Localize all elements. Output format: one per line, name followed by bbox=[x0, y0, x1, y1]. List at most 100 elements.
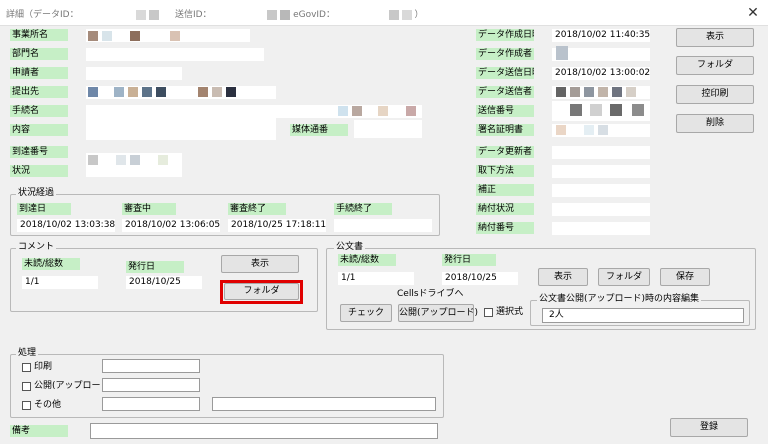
title-send-id-label: 送信ID： bbox=[174, 10, 212, 20]
value-comment-issue-date: 2018/10/25 bbox=[126, 276, 202, 289]
comment-folder-button[interactable]: フォルダ bbox=[224, 283, 299, 300]
select-mode-checkbox[interactable] bbox=[484, 308, 493, 317]
redacted-block bbox=[88, 155, 98, 165]
publish-edit-input[interactable]: 2人 bbox=[542, 308, 744, 323]
label-content: 内容 bbox=[10, 124, 68, 136]
redacted-block bbox=[158, 155, 168, 165]
value-review-finished: 2018/10/25 17:18:11 bbox=[228, 219, 326, 232]
title-data-id-label: 詳細（データID： bbox=[6, 10, 79, 20]
other-checkbox[interactable] bbox=[22, 401, 31, 410]
label-payment-number: 納付番号 bbox=[476, 222, 534, 234]
redacted-block bbox=[590, 104, 602, 116]
label-comment-issue-date: 発行日 bbox=[126, 261, 184, 273]
publish-edit-title: 公文書公開(アップロード)時の内容編集 bbox=[537, 294, 702, 305]
blurred-id-3 bbox=[267, 9, 278, 20]
print-label: 印刷 bbox=[34, 362, 53, 372]
check-button[interactable]: チェック bbox=[340, 304, 392, 322]
redacted-block bbox=[556, 87, 566, 97]
redacted-block bbox=[88, 87, 98, 97]
redacted-block bbox=[156, 87, 166, 97]
label-arrival-date: 到達日 bbox=[17, 203, 71, 215]
title-egov-id-label: eGovID： bbox=[293, 10, 335, 20]
print-checkbox[interactable] bbox=[22, 363, 31, 372]
official-save-button[interactable]: 保存 bbox=[660, 268, 710, 286]
label-data-updater: データ更新者 bbox=[476, 146, 534, 158]
delete-button[interactable]: 削除 bbox=[676, 114, 754, 133]
value-procedure bbox=[86, 105, 422, 118]
redacted-block bbox=[598, 125, 608, 135]
comment-title: コメント bbox=[16, 242, 57, 253]
value-data-created-at: 2018/10/02 11:40:35 bbox=[552, 29, 650, 42]
other-label: その他 bbox=[34, 400, 62, 410]
value-withdraw-method bbox=[552, 165, 650, 178]
redacted-block bbox=[632, 104, 644, 116]
label-official-issue-date: 発行日 bbox=[442, 254, 496, 266]
select-mode-label: 選択式 bbox=[496, 307, 524, 317]
redacted-block bbox=[212, 87, 222, 97]
window-title: 詳細（データID： 送信ID： eGovID： ） bbox=[6, 7, 424, 20]
display-button[interactable]: 表示 bbox=[676, 28, 754, 47]
value-under-review: 2018/10/02 13:06:05 bbox=[122, 219, 220, 232]
label-comment-unread: 未読/総数 bbox=[22, 258, 80, 270]
label-data-sent-at: データ送信日時 bbox=[476, 67, 534, 79]
label-send-number: 送信番号 bbox=[476, 105, 534, 117]
value-comment-unread: 1/1 bbox=[22, 276, 98, 289]
label-signature-cert: 署名証明書 bbox=[476, 124, 534, 136]
value-payment-status bbox=[552, 203, 650, 216]
other-input[interactable] bbox=[102, 397, 200, 411]
label-data-sender: データ送信者 bbox=[476, 86, 534, 98]
redacted-block bbox=[610, 104, 622, 116]
value-content bbox=[86, 118, 276, 140]
value-data-updater bbox=[552, 146, 650, 159]
redacted-block bbox=[130, 155, 140, 165]
redacted-block bbox=[570, 87, 580, 97]
status-progress-title: 状況経過 bbox=[16, 188, 57, 199]
label-correction: 補正 bbox=[476, 184, 534, 196]
label-media-serial: 媒体通番 bbox=[290, 124, 348, 136]
redacted-block bbox=[88, 31, 98, 41]
redacted-block bbox=[142, 87, 152, 97]
redacted-block bbox=[584, 87, 594, 97]
label-data-created-at: データ作成日時 bbox=[476, 29, 534, 41]
publish-checkbox[interactable] bbox=[22, 382, 31, 391]
label-submit-to: 提出先 bbox=[10, 86, 68, 98]
redacted-block bbox=[556, 46, 568, 60]
other-detail-input[interactable] bbox=[212, 397, 436, 411]
blurred-id-4 bbox=[280, 9, 291, 20]
official-folder-button[interactable]: フォルダ bbox=[598, 268, 650, 286]
label-applicant: 申請者 bbox=[10, 67, 68, 79]
label-procedure-finished: 手続終了 bbox=[334, 203, 392, 215]
redacted-block bbox=[352, 106, 362, 116]
blurred-id-1 bbox=[136, 9, 147, 20]
upload-button[interactable]: 公開(アップロード) bbox=[398, 304, 478, 322]
redacted-block bbox=[114, 87, 124, 97]
remarks-input[interactable] bbox=[90, 423, 438, 439]
redacted-block bbox=[598, 87, 608, 97]
value-payment-number bbox=[552, 222, 650, 235]
print-input[interactable] bbox=[102, 359, 200, 373]
title-close-paren: ） bbox=[414, 10, 424, 20]
label-payment-status: 納付状況 bbox=[476, 203, 534, 215]
value-procedure-finished bbox=[334, 219, 432, 232]
folder-button[interactable]: フォルダ bbox=[676, 56, 754, 75]
redacted-block bbox=[570, 104, 582, 116]
print-copy-button[interactable]: 控印刷 bbox=[676, 85, 754, 104]
label-status: 状況 bbox=[10, 165, 68, 177]
redacted-block bbox=[130, 31, 140, 41]
register-button[interactable]: 登録 bbox=[670, 418, 748, 437]
label-office: 事業所名 bbox=[10, 29, 68, 41]
process-title: 処理 bbox=[16, 348, 39, 359]
official-display-button[interactable]: 表示 bbox=[538, 268, 588, 286]
value-arrival-date: 2018/10/02 13:03:38 bbox=[17, 219, 115, 232]
comment-display-button[interactable]: 表示 bbox=[221, 255, 299, 273]
value-official-unread: 1/1 bbox=[338, 272, 414, 285]
label-under-review: 審査中 bbox=[122, 203, 176, 215]
cells-drive-label: Cellsドライブへ bbox=[397, 289, 464, 299]
label-remarks: 備考 bbox=[10, 425, 68, 437]
redacted-block bbox=[170, 31, 180, 41]
blurred-id-6 bbox=[401, 9, 412, 20]
redacted-block bbox=[584, 125, 594, 135]
redacted-block bbox=[226, 87, 236, 97]
close-icon[interactable]: ✕ bbox=[744, 4, 762, 22]
publish-input[interactable] bbox=[102, 378, 200, 392]
